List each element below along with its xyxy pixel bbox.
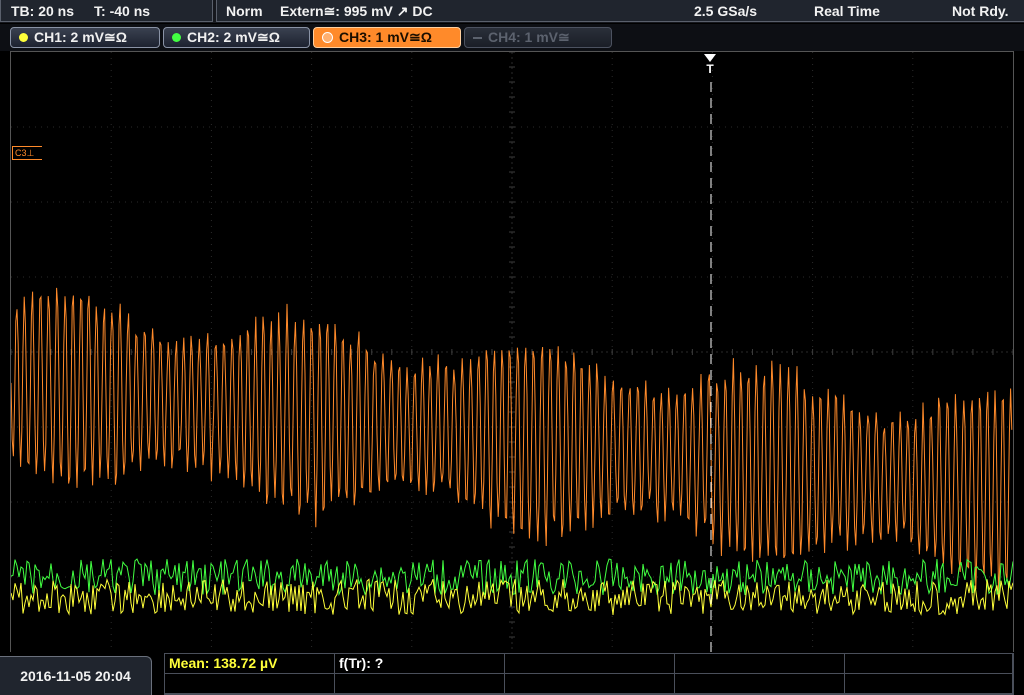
acquisition-panel[interactable]: Norm Extern≅: 995 mV ↗ DC 2.5 GSa/s Real…: [216, 0, 1024, 22]
channel-3-label: CH3: 1 mV≅Ω: [339, 29, 432, 45]
measurement-table[interactable]: Mean: 138.72 µV f(Tr): ?: [164, 653, 1014, 695]
channel-1-label: CH1: 2 mV≅Ω: [34, 29, 127, 45]
waveform-display[interactable]: C3⊥ T: [10, 51, 1014, 653]
trigger-source: Extern≅: 995 mV ↗ DC: [280, 3, 433, 19]
channel-3-offset-marker[interactable]: C3⊥: [12, 146, 42, 160]
measurement-mean[interactable]: Mean: 138.72 µV: [165, 654, 335, 674]
sample-rate: 2.5 GSa/s: [694, 3, 758, 19]
measurement-slot-8[interactable]: [505, 674, 675, 694]
channel-3-indicator-icon: [322, 32, 333, 43]
graticule: [11, 52, 1013, 652]
measurement-slot-10[interactable]: [845, 674, 1013, 694]
measurement-frequency[interactable]: f(Tr): ?: [335, 654, 505, 674]
timebase-panel[interactable]: TB: 20 ns T: -40 ns: [0, 0, 213, 22]
channel-2-tab[interactable]: CH2: 2 mV≅Ω: [163, 27, 310, 48]
channel-4-tab[interactable]: CH4: 1 mV≅: [464, 27, 612, 48]
channel-4-indicator-icon: [473, 36, 482, 39]
channel-2-indicator-icon: [172, 33, 181, 42]
channel-1-tab[interactable]: CH1: 2 mV≅Ω: [10, 27, 160, 48]
trigger-time-value: T: -40 ns: [94, 2, 151, 19]
measurement-slot-6[interactable]: [165, 674, 335, 694]
measurement-slot-4[interactable]: [675, 654, 845, 674]
acquisition-realtime: Real Time: [814, 3, 880, 19]
status-bar: TB: 20 ns T: -40 ns Norm Extern≅: 995 mV…: [0, 0, 1024, 23]
measurement-slot-3[interactable]: [505, 654, 675, 674]
measurement-slot-7[interactable]: [335, 674, 505, 694]
channel-3-trace: [11, 287, 1013, 598]
date-time: 2016-11-05 20:04: [0, 656, 152, 695]
acquisition-mode: Norm: [226, 3, 263, 19]
timebase-value: TB: 20 ns: [11, 2, 75, 19]
ready-status: Not Rdy.: [952, 3, 1009, 19]
channel-2-label: CH2: 2 mV≅Ω: [187, 29, 280, 45]
trigger-arrow-icon: [704, 54, 716, 62]
channel-4-label: CH4: 1 mV≅: [488, 29, 570, 45]
measurement-slot-9[interactable]: [675, 674, 845, 694]
channel-bar: CH1: 2 mV≅Ω CH2: 2 mV≅Ω CH3: 1 mV≅Ω CH4:…: [0, 24, 1024, 51]
channel-1-indicator-icon: [19, 33, 28, 42]
trigger-position-marker[interactable]: T: [703, 54, 717, 76]
measurement-slot-5[interactable]: [845, 654, 1013, 674]
channel-3-tab[interactable]: CH3: 1 mV≅Ω: [313, 27, 461, 48]
